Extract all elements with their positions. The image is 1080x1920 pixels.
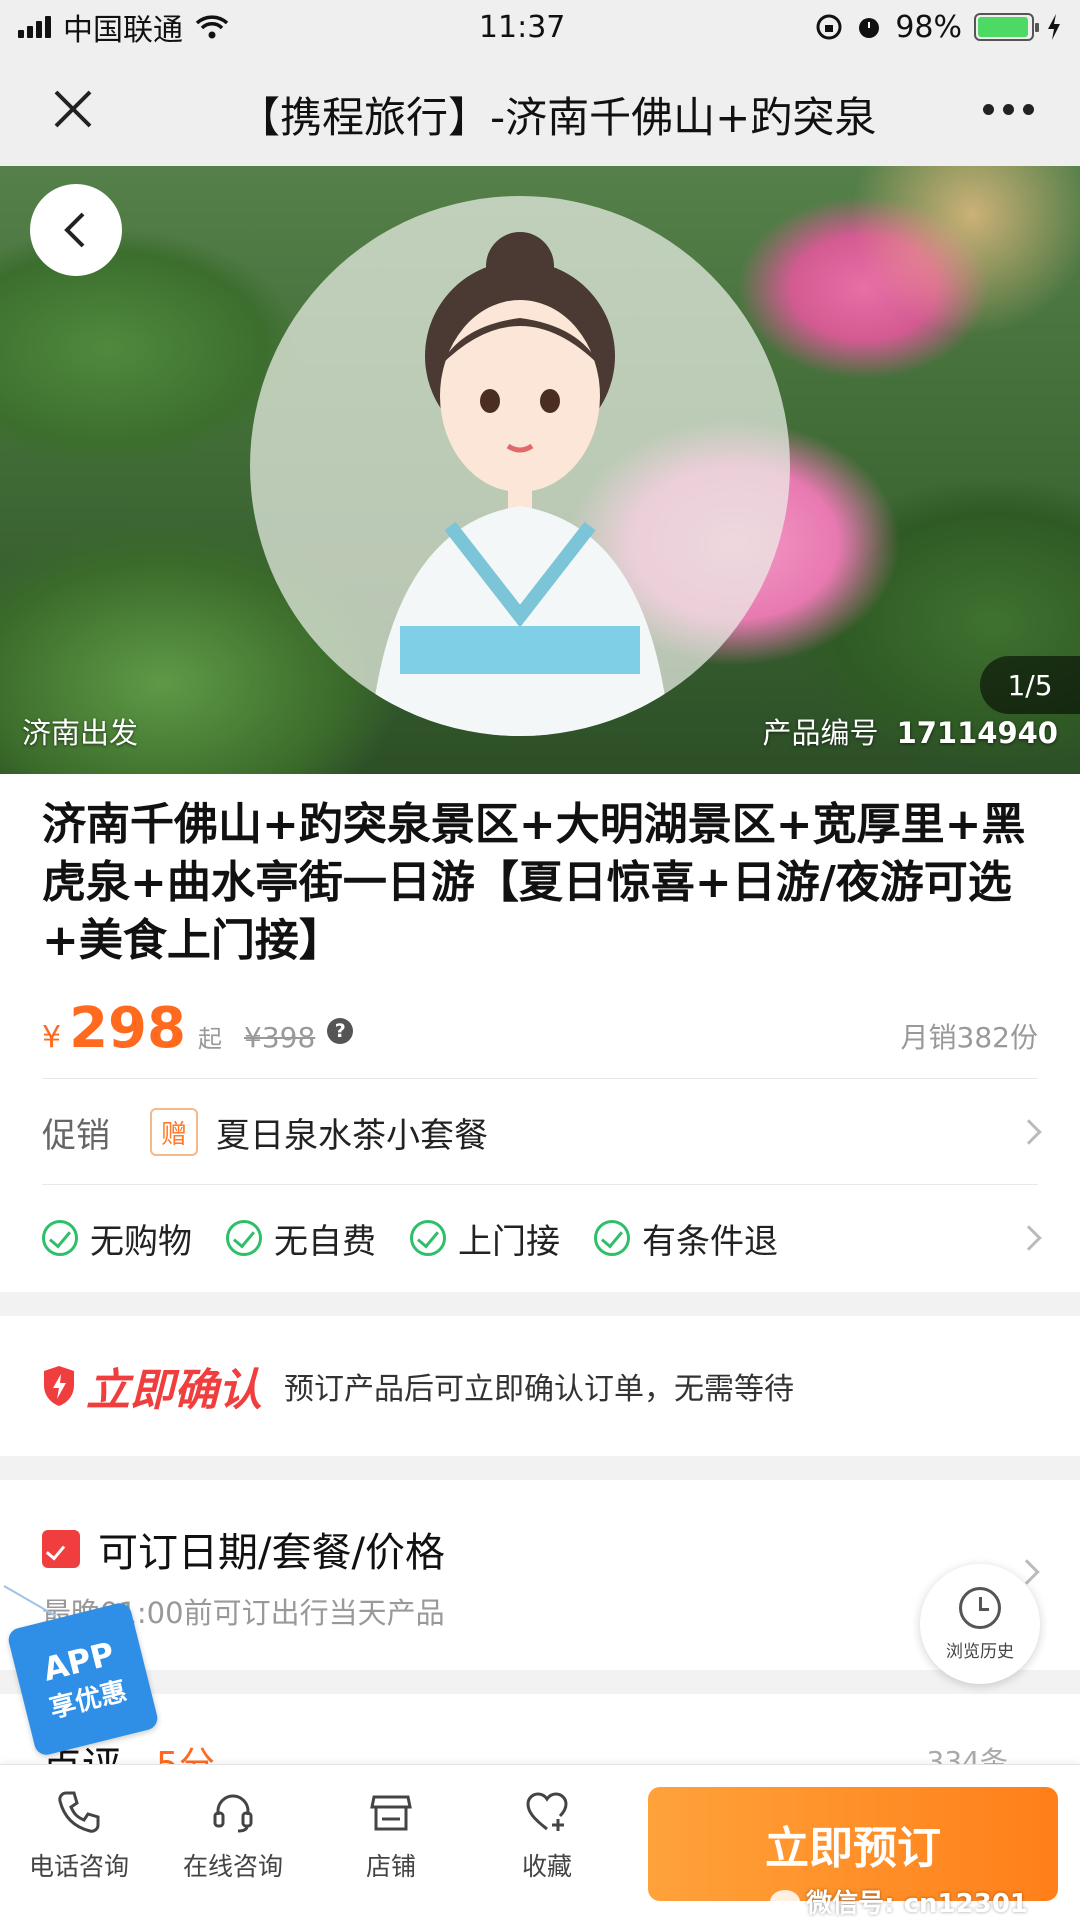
rotation-lock-icon <box>816 14 842 40</box>
charging-icon <box>1048 14 1060 40</box>
tab-label: 店铺 <box>365 1852 416 1881</box>
confirm-title: 立即确认 <box>86 1365 262 1416</box>
alarm-icon <box>859 18 880 38</box>
gift-tag: 赠 <box>150 1108 198 1156</box>
carrier-label: 中国联通 <box>63 13 183 48</box>
history-label: 浏览历史 <box>946 1641 1014 1662</box>
battery-percent: 98% <box>895 9 962 45</box>
wifi-icon <box>195 15 229 39</box>
help-icon[interactable]: ? <box>327 1018 354 1044</box>
price-unit: 起 <box>198 1025 222 1053</box>
book-now-button[interactable]: 立即预订 微信号: cn12301 <box>648 1787 1058 1919</box>
check-icon <box>410 1220 446 1256</box>
feature-item: 上门接 <box>410 1214 560 1263</box>
tab-favorite[interactable]: 收藏 <box>472 1789 622 1883</box>
more-icon[interactable] <box>983 104 1034 115</box>
price-row: ¥ 298 起 ¥398 ? 月销382份 <box>42 996 1038 1066</box>
product-code-label: 产品编号 <box>762 716 879 750</box>
wechat-watermark: 微信号: cn12301 <box>770 1883 1028 1920</box>
features-row[interactable]: 无购物 无自费 上门接 有条件退 <box>42 1186 1042 1290</box>
phone-icon <box>58 1791 100 1833</box>
price-value: 298 <box>69 996 186 1061</box>
original-price: ¥398 <box>244 1021 316 1054</box>
monthly-sales: 月销382份 <box>900 1021 1038 1054</box>
hero-image[interactable]: 1/5 济南出发 产品编号 17114940 <box>0 166 1080 774</box>
check-icon <box>226 1220 262 1256</box>
calendar-icon <box>42 1530 80 1568</box>
shield-icon <box>44 1366 74 1406</box>
divider <box>42 1078 1038 1079</box>
back-button[interactable] <box>30 184 122 276</box>
chevron-right-icon <box>1016 1225 1042 1251</box>
instant-confirm-card: 立即确认 预订产品后可立即确认订单，无需等待 <box>0 1316 1080 1456</box>
product-code-value: 17114940 <box>896 716 1058 750</box>
divider <box>42 1184 1038 1185</box>
price-symbol: ¥ <box>42 1020 62 1055</box>
headset-icon <box>213 1794 253 1833</box>
mascot-portrait <box>250 196 790 736</box>
signal-icon <box>18 16 51 38</box>
clock-icon <box>959 1586 1001 1629</box>
feature-label: 上门接 <box>458 1221 560 1262</box>
feature-label: 有条件退 <box>642 1221 778 1262</box>
store-icon <box>370 1795 412 1831</box>
promo-row[interactable]: 促销 赠 夏日泉水茶小套餐 <box>42 1080 1042 1184</box>
feature-item: 无自费 <box>226 1214 376 1263</box>
check-icon <box>594 1220 630 1256</box>
image-page-indicator: 1/5 <box>980 656 1080 714</box>
close-icon[interactable] <box>48 84 98 134</box>
tab-label: 收藏 <box>521 1852 572 1881</box>
promo-text: 夏日泉水茶小套餐 <box>216 1115 488 1156</box>
tab-online-consult[interactable]: 在线咨询 <box>158 1789 308 1883</box>
battery-icon <box>974 13 1039 41</box>
product-title: 济南千佛山+趵突泉景区+大明湖景区+宽厚里+黑虎泉+曲水亭街一日游【夏日惊喜+日… <box>42 799 1026 966</box>
check-icon <box>42 1220 78 1256</box>
bottom-action-bar: 电话咨询 在线咨询 店铺 收藏 立即预订 微信号: cn12301 <box>0 1764 1080 1920</box>
product-code: 产品编号 17114940 <box>763 710 1058 752</box>
tab-label: 电话咨询 <box>28 1852 129 1881</box>
heart-plus-icon <box>526 1792 568 1831</box>
confirm-description: 预订产品后可立即确认订单，无需等待 <box>284 1372 794 1407</box>
booking-options-card[interactable]: 可订日期/套餐/价格 最晚01:00前可订出行当天产品 <box>0 1480 1080 1670</box>
status-bar: 中国联通 11:37 98% <box>0 0 1080 54</box>
feature-item: 无购物 <box>42 1214 192 1263</box>
wechat-icon <box>770 1889 801 1914</box>
promo-label: 促销 <box>42 1115 110 1156</box>
departure-label: 济南出发 <box>22 716 139 750</box>
feature-label: 无自费 <box>274 1221 376 1262</box>
tab-store[interactable]: 店铺 <box>316 1789 466 1883</box>
feature-item: 有条件退 <box>594 1214 778 1263</box>
feature-label: 无购物 <box>90 1221 192 1262</box>
watermark-text: 微信号: cn12301 <box>806 1889 1028 1919</box>
book-now-label: 立即预订 <box>765 1823 941 1874</box>
nav-bar: 【携程旅行】-济南千佛山+趵突泉 <box>0 54 1080 166</box>
chevron-left-icon <box>64 212 85 248</box>
tab-label: 在线咨询 <box>182 1852 283 1881</box>
browse-history-button[interactable]: 浏览历史 <box>920 1564 1040 1684</box>
product-info-card: 济南千佛山+趵突泉景区+大明湖景区+宽厚里+黑虎泉+曲水亭街一日游【夏日惊喜+日… <box>0 774 1080 1292</box>
tab-phone-consult[interactable]: 电话咨询 <box>4 1789 154 1883</box>
booking-title: 可订日期/套餐/价格 <box>98 1530 445 1576</box>
chevron-right-icon <box>1016 1119 1042 1145</box>
page-title: 【携程旅行】-济南千佛山+趵突泉 <box>238 93 877 142</box>
clock-time: 11:37 <box>478 9 566 45</box>
